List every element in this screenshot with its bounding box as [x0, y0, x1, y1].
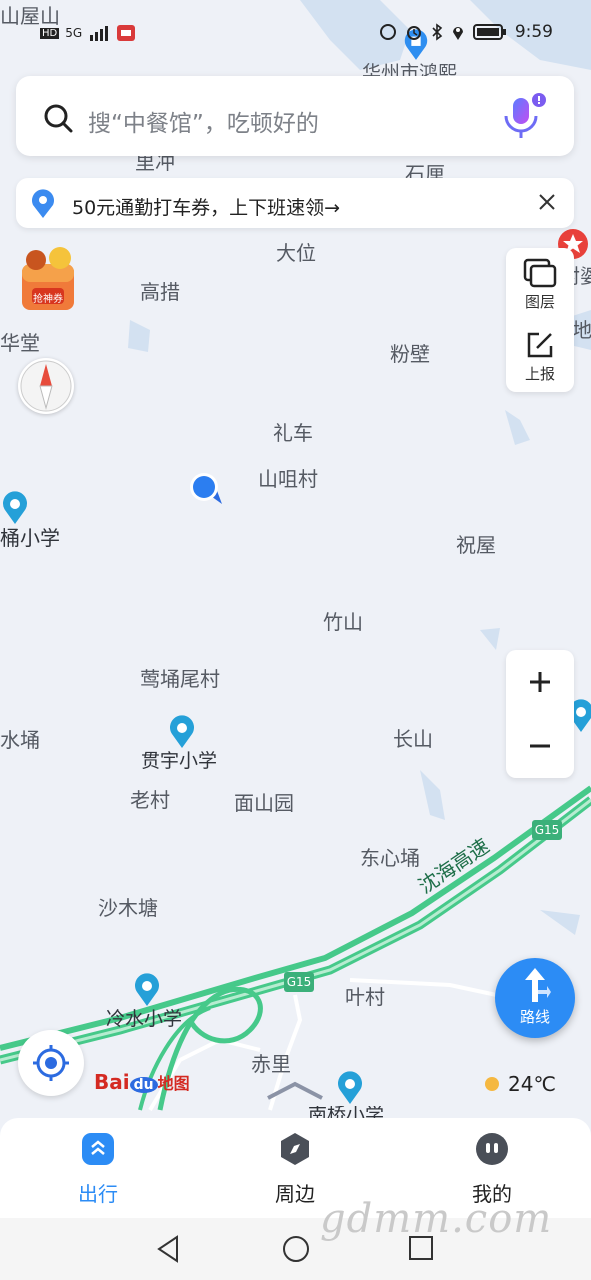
zoom-out-button[interactable]	[506, 714, 574, 778]
signal-icon	[90, 26, 109, 41]
poi-label[interactable]: 贯宇小学	[141, 752, 217, 771]
layers-icon	[523, 258, 557, 288]
logo-bai: Bai	[94, 1070, 130, 1094]
close-icon[interactable]	[532, 187, 562, 217]
map-tools-panel: 图层 上报	[506, 248, 574, 392]
promo-text[interactable]: 50元通勤打车券，上下班速领→	[72, 193, 340, 220]
school-pin-icon[interactable]	[167, 714, 197, 750]
weather-temp: 24℃	[508, 1072, 556, 1096]
school-pin-icon[interactable]	[132, 972, 162, 1008]
map-shapes	[0, 0, 591, 1112]
route-label: 路线	[519, 1008, 550, 1026]
baidu-map-logo: Bai du 地图	[94, 1070, 190, 1094]
place-label: 赤里	[251, 1052, 291, 1076]
travel-tab-icon	[82, 1133, 114, 1165]
road-shield: G15	[532, 820, 562, 840]
hd-indicator: HD	[40, 27, 60, 39]
route-arrow-icon	[525, 968, 551, 1002]
place-label: 老村	[130, 788, 170, 812]
map-canvas[interactable]: 山屋山 华州市鸿熙 里冲 石厘 大位 高措 华堂 粉壁 礼车 山咀村 祝屋 竹山…	[0, 0, 591, 1118]
place-label: 水埇	[0, 728, 40, 752]
coupon-label: 抢神券	[33, 294, 63, 305]
school-pin-icon[interactable]	[335, 1070, 365, 1106]
poi-label[interactable]: 冷水小学	[106, 1010, 182, 1029]
poi-label[interactable]: 南桥小学	[308, 1106, 384, 1118]
place-label: 叶村	[345, 985, 385, 1009]
coupon-gift-button[interactable]: 抢神券	[18, 246, 78, 312]
place-label: 东心埇	[360, 846, 420, 870]
search-input[interactable]: 搜“中餐馆”，吃顿好的	[88, 104, 319, 138]
locate-me-button[interactable]	[18, 1030, 84, 1096]
status-left: HD 5G	[40, 24, 136, 42]
report-button[interactable]: 上报	[506, 320, 574, 392]
bluetooth-icon	[432, 23, 443, 41]
my-location-marker-icon	[190, 473, 222, 504]
location-icon	[452, 27, 463, 40]
weather-widget[interactable]: 24℃	[482, 1072, 556, 1096]
alarm-icon	[406, 26, 421, 40]
tab-travel[interactable]: 出行	[38, 1132, 158, 1207]
logo-map: 地图	[157, 1074, 190, 1093]
school-pin-icon[interactable]	[0, 490, 30, 526]
voice-mic-icon[interactable]	[496, 92, 548, 144]
nearby-compass-icon	[281, 1133, 309, 1165]
place-label: 面山园	[234, 791, 294, 815]
place-label: 高措	[140, 280, 180, 304]
place-label: 华堂	[0, 331, 40, 355]
zoom-in-button[interactable]	[506, 650, 574, 714]
nfc-icon	[379, 24, 396, 40]
watermark: gdmm.com	[320, 1196, 553, 1242]
place-label: 桶小学	[0, 526, 60, 550]
promo-banner[interactable]: 50元通勤打车券，上下班速领→	[16, 178, 574, 228]
status-right: 9:59	[379, 22, 553, 42]
place-label: 莺埇尾村	[140, 667, 220, 691]
compass-icon	[20, 360, 72, 412]
search-icon	[44, 104, 73, 133]
profile-face-icon	[476, 1133, 508, 1165]
search-bar[interactable]: 搜“中餐馆”，吃顿好的	[16, 76, 574, 156]
minus-icon	[530, 744, 550, 748]
zoom-controls	[506, 650, 574, 778]
battery-icon	[472, 24, 506, 40]
status-bar: HD 5G 9:59	[0, 0, 591, 60]
back-icon[interactable]	[155, 1234, 183, 1264]
route-button[interactable]: 路线	[495, 958, 575, 1038]
location-pin-icon	[32, 189, 54, 218]
place-label: 长山	[393, 727, 433, 751]
plus-icon	[530, 672, 550, 692]
app-notification-icon	[117, 25, 136, 41]
layers-button[interactable]: 图层	[506, 248, 574, 320]
report-edit-icon	[527, 332, 553, 358]
place-label: 礼车	[273, 421, 313, 445]
place-label: 山咀村	[258, 467, 318, 491]
place-label: 竹山	[323, 610, 363, 634]
place-label: 大位	[276, 241, 316, 265]
place-label: 粉壁	[390, 342, 430, 366]
compass-button[interactable]	[18, 358, 74, 414]
logo-du: du	[129, 1077, 158, 1093]
layers-label: 图层	[524, 293, 555, 311]
place-label: 地	[572, 318, 591, 342]
clock-time: 9:59	[514, 22, 553, 42]
sun-icon	[485, 1077, 499, 1091]
place-label: 沙木塘	[98, 896, 158, 920]
tab-label: 出行	[78, 1182, 118, 1206]
home-icon[interactable]	[281, 1234, 311, 1264]
place-label: 祝屋	[456, 533, 496, 557]
network-indicator: 5G	[65, 26, 83, 40]
report-label: 上报	[524, 365, 555, 383]
crosshair-icon	[33, 1045, 69, 1081]
road-shield: G15	[284, 972, 314, 992]
